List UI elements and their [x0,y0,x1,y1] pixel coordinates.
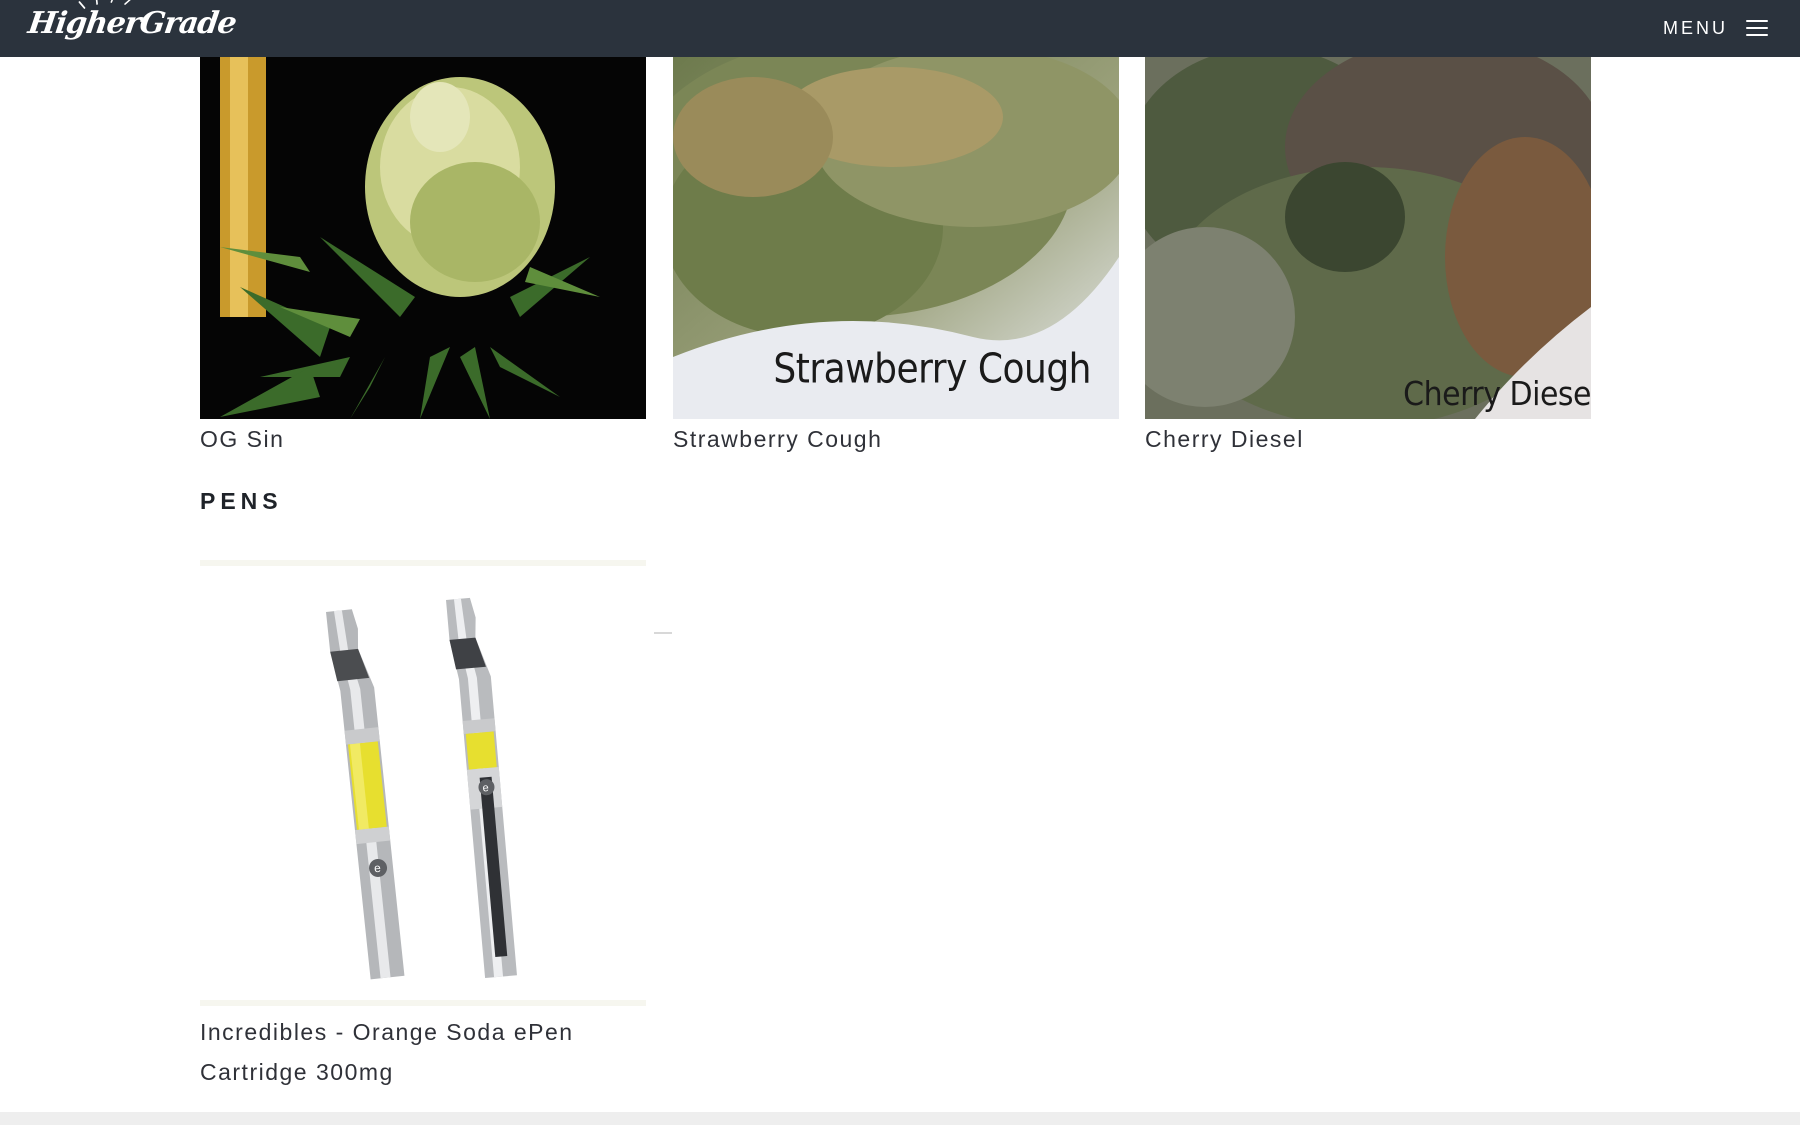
product-card-incredibles-epen[interactable]: e e Incredibles - Orange Soda ePen Cartr… [200,560,646,1092]
divider [654,632,672,634]
menu-label: MENU [1663,17,1728,38]
logo-sparkle-icon [78,0,133,9]
product-title-line1: Incredibles - Orange Soda ePen [200,1019,574,1045]
image-caption: Strawberry Cough [773,345,1091,394]
product-image-strawberry-cough[interactable]: Strawberry Cough [673,57,1119,419]
site-header: HigherGrade MENU [0,0,1800,57]
product-card-og-sin[interactable]: OG Sin [200,57,646,459]
section-heading-pens: PENS [200,488,283,514]
menu-button[interactable]: MENU [1663,10,1768,46]
page-footer-strip [0,1112,1800,1125]
product-card-strawberry-cough[interactable]: Strawberry Cough Strawberry Cough [673,57,1119,459]
product-card-cherry-diesel[interactable]: Cherry Diese Cherry Diesel [1145,57,1591,459]
hamburger-icon [1746,20,1768,36]
product-title[interactable]: OG Sin [200,419,646,459]
product-title-line2: Cartridge 300mg [200,1059,394,1085]
product-image-incredibles-epen[interactable]: e e [200,560,646,1006]
site-logo[interactable]: HigherGrade [25,0,238,50]
product-image-og-sin[interactable] [200,57,646,419]
product-title[interactable]: Incredibles - Orange Soda ePen Cartridge… [200,1012,646,1092]
svg-text:e: e [482,782,489,794]
product-title[interactable]: Cherry Diesel [1145,419,1591,459]
logo-text: HigherGrade [25,6,239,41]
image-caption: Cherry Diese [1403,375,1591,414]
product-title[interactable]: Strawberry Cough [673,419,1119,459]
product-image-cherry-diesel[interactable]: Cherry Diese [1145,57,1591,419]
